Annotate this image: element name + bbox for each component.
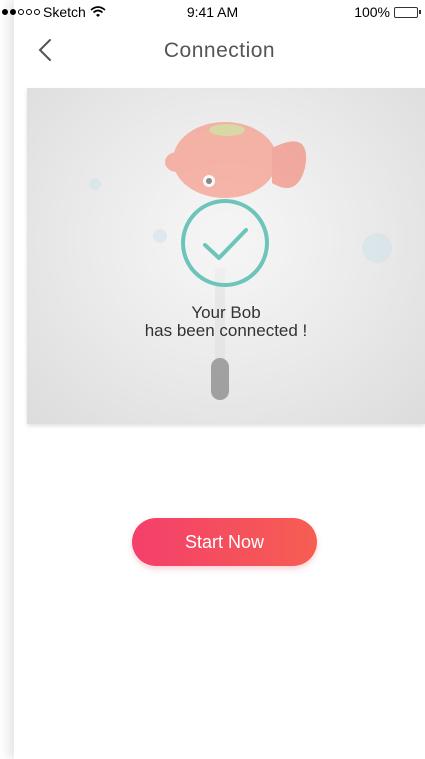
message-line-1: Your Bob — [191, 303, 261, 322]
message-line-2: has been connected ! — [144, 321, 308, 340]
check-circle-icon — [181, 199, 269, 287]
status-bar: Sketch 9:41 AM 100% — [0, 0, 425, 22]
battery-icon — [394, 6, 418, 18]
page-title: Connection — [163, 39, 276, 62]
battery-indicator: 100% — [354, 4, 421, 20]
connection-message: Your Bob has been connected ! — [27, 304, 425, 340]
navigation-bar: Connection — [14, 28, 425, 74]
battery-percent: 100% — [354, 4, 390, 20]
start-now-button[interactable]: Start Now — [132, 518, 317, 566]
connection-hero-card: Your Bob has been connected ! — [27, 88, 425, 424]
